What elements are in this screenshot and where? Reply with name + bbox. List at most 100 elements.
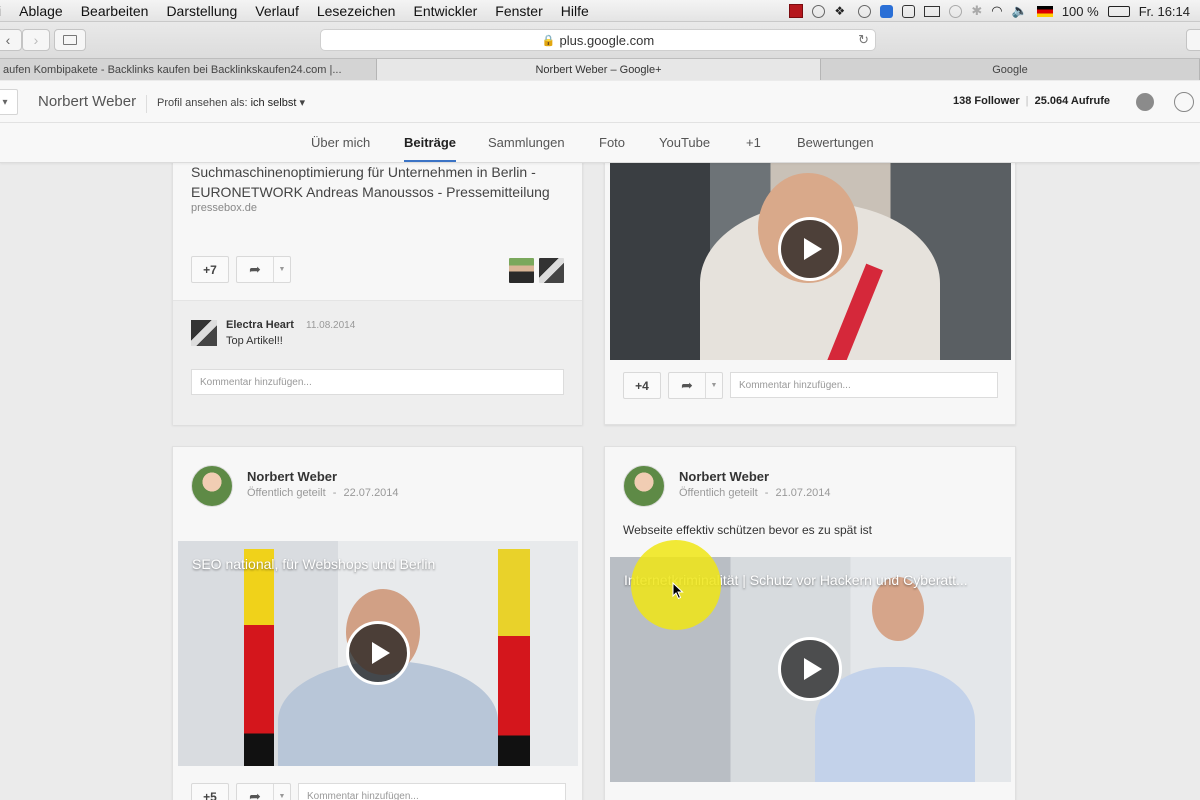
stats-separator: |: [1025, 95, 1029, 107]
header-divider: [146, 95, 147, 113]
share-arrow-icon: ➦: [249, 788, 261, 800]
post-author[interactable]: Norbert Weber: [247, 469, 337, 484]
tab-collections[interactable]: Sammlungen: [488, 135, 565, 150]
share-profile-icon[interactable]: [1174, 92, 1194, 112]
post-card: +4 ➦ ▼ Kommentar hinzufügen...: [604, 163, 1016, 425]
wifi-icon[interactable]: ◠: [991, 3, 1002, 19]
clock[interactable]: Fr. 16:14: [1139, 4, 1190, 19]
tab-reviews[interactable]: Bewertungen: [797, 135, 874, 150]
tab-posts[interactable]: Beiträge: [404, 135, 457, 162]
comment-input[interactable]: Kommentar hinzufügen...: [730, 372, 998, 398]
play-icon[interactable]: [778, 637, 842, 701]
macos-menubar: i Ablage Bearbeiten Darstellung Verlauf …: [0, 0, 1200, 22]
menu-item-hilfe[interactable]: Hilfe: [552, 3, 598, 19]
tab-about[interactable]: Über mich: [311, 135, 370, 150]
view-as-selector[interactable]: Profil ansehen als: ich selbst ▾: [157, 96, 305, 109]
video-thumbnail[interactable]: SEO national, für Webshops und Berlin: [178, 541, 578, 766]
menu-item-fenster[interactable]: Fenster: [486, 3, 551, 19]
menu-item-entwickler[interactable]: Entwickler: [404, 3, 486, 19]
menu-item-lesezeichen[interactable]: Lesezeichen: [308, 3, 405, 19]
video-thumbnail[interactable]: [610, 163, 1011, 360]
post-visibility[interactable]: Öffentlich geteilt: [679, 487, 758, 499]
menu-item-darstellung[interactable]: Darstellung: [157, 3, 246, 19]
video-title: SEO national, für Webshops und Berlin: [192, 556, 436, 572]
link-title[interactable]: Suchmaschinenoptimierung für Unternehmen…: [191, 163, 571, 202]
battery-icon[interactable]: [1107, 5, 1130, 17]
dropbox-icon[interactable]: ❖: [834, 4, 849, 18]
battery-percent: 100 %: [1061, 3, 1099, 19]
bluetooth-icon[interactable]: ✱: [971, 3, 982, 19]
plus-oner-avatar[interactable]: [509, 258, 534, 283]
profile-tabs: Über mich Beiträge Sammlungen Foto YouTu…: [0, 123, 1200, 163]
play-icon[interactable]: [346, 621, 410, 685]
commenter-name[interactable]: Electra Heart: [226, 319, 294, 331]
window-icon[interactable]: [902, 4, 916, 18]
view-count: 25.064 Aufrufe: [1034, 95, 1110, 107]
flag-pole-right: [498, 549, 530, 766]
address-bar[interactable]: 🔒 plus.google.com ↻: [320, 29, 876, 51]
comment-input[interactable]: Kommentar hinzufügen...: [298, 783, 566, 800]
plus-one-button[interactable]: +7: [191, 256, 229, 283]
german-flag-icon[interactable]: [1036, 5, 1053, 17]
notification-bell-icon[interactable]: [1136, 93, 1154, 111]
post-meta: Öffentlich geteilt - 22.07.2014: [247, 487, 399, 499]
post-date[interactable]: 22.07.2014: [343, 487, 398, 499]
post-meta: Öffentlich geteilt - 21.07.2014: [679, 487, 831, 499]
commenter-avatar[interactable]: [191, 320, 217, 346]
sync-icon[interactable]: [812, 4, 826, 18]
tab-backlinks[interactable]: aufen Kombipakete - Backlinks kaufen bei…: [0, 59, 377, 80]
sidebar-toggle-button[interactable]: [54, 29, 86, 51]
chevron-down-icon[interactable]: ▼: [273, 784, 290, 800]
profile-header: ▾ Norbert Weber Profil ansehen als: ich …: [0, 81, 1200, 123]
avatar[interactable]: [623, 465, 665, 507]
share-button[interactable]: ➦ ▼: [668, 372, 723, 399]
share-toolbar-button[interactable]: [1186, 29, 1200, 51]
tab-google-plus[interactable]: Norbert Weber – Google+: [377, 59, 821, 80]
plus-oner-avatar[interactable]: [539, 258, 564, 283]
play-icon[interactable]: [778, 217, 842, 281]
flag-pole-left: [244, 549, 274, 766]
view-as-label: Profil ansehen als:: [157, 97, 248, 109]
comment-input[interactable]: Kommentar hinzufügen...: [191, 369, 564, 395]
tab-photos[interactable]: Foto: [599, 135, 625, 150]
plus-one-button[interactable]: +4: [623, 372, 661, 399]
post-card: Suchmaschinenoptimierung für Unternehmen…: [172, 163, 583, 425]
profile-name[interactable]: Norbert Weber: [38, 93, 136, 110]
recording-icon[interactable]: [789, 4, 804, 18]
browser-tab-bar: aufen Kombipakete - Backlinks kaufen bei…: [0, 58, 1200, 80]
reload-icon[interactable]: ↻: [858, 32, 869, 48]
tab-plus-one[interactable]: +1: [746, 135, 761, 150]
forward-button[interactable]: ›: [22, 29, 50, 51]
time-machine-icon[interactable]: [949, 4, 963, 18]
post-text: Webseite effektiv schützen bevor es zu s…: [623, 523, 873, 537]
menu-item-apple-cut[interactable]: i: [0, 3, 10, 19]
meta-separator: -: [332, 487, 337, 499]
menu-item-bearbeiten[interactable]: Bearbeiten: [72, 3, 158, 19]
share-button[interactable]: ➦ ▼: [236, 256, 291, 283]
volume-icon[interactable]: 🔈: [1012, 3, 1028, 19]
menu-item-ablage[interactable]: Ablage: [10, 3, 72, 19]
posts-stream: Suchmaschinenoptimierung für Unternehmen…: [0, 163, 1200, 800]
app-icon[interactable]: [880, 4, 894, 18]
menu-item-verlauf[interactable]: Verlauf: [246, 3, 308, 19]
link-source[interactable]: pressebox.de: [191, 202, 257, 214]
plus-one-button[interactable]: +5: [191, 783, 229, 800]
airplay-icon[interactable]: [924, 5, 941, 17]
lock-icon: 🔒: [541, 34, 556, 47]
share-button[interactable]: ➦ ▼: [236, 783, 291, 800]
chevron-down-icon: ▾: [2, 96, 8, 108]
post-visibility[interactable]: Öffentlich geteilt: [247, 487, 326, 499]
chevron-down-icon: ▾: [299, 97, 306, 109]
chevron-down-icon[interactable]: ▼: [273, 257, 290, 282]
shield-icon[interactable]: [858, 4, 872, 18]
chevron-down-icon[interactable]: ▼: [705, 373, 722, 398]
post-author[interactable]: Norbert Weber: [679, 469, 769, 484]
avatar[interactable]: [191, 465, 233, 507]
main-menu-button[interactable]: ▾: [0, 89, 18, 115]
tab-google[interactable]: Google: [821, 59, 1200, 80]
post-date[interactable]: 21.07.2014: [775, 487, 830, 499]
url-text: plus.google.com: [559, 32, 655, 48]
back-button[interactable]: ‹: [0, 29, 22, 51]
menubar-status-area: ❖ ✱ ◠ 🔈 100 % Fr. 16:14: [789, 0, 1190, 22]
tab-youtube[interactable]: YouTube: [659, 135, 710, 150]
